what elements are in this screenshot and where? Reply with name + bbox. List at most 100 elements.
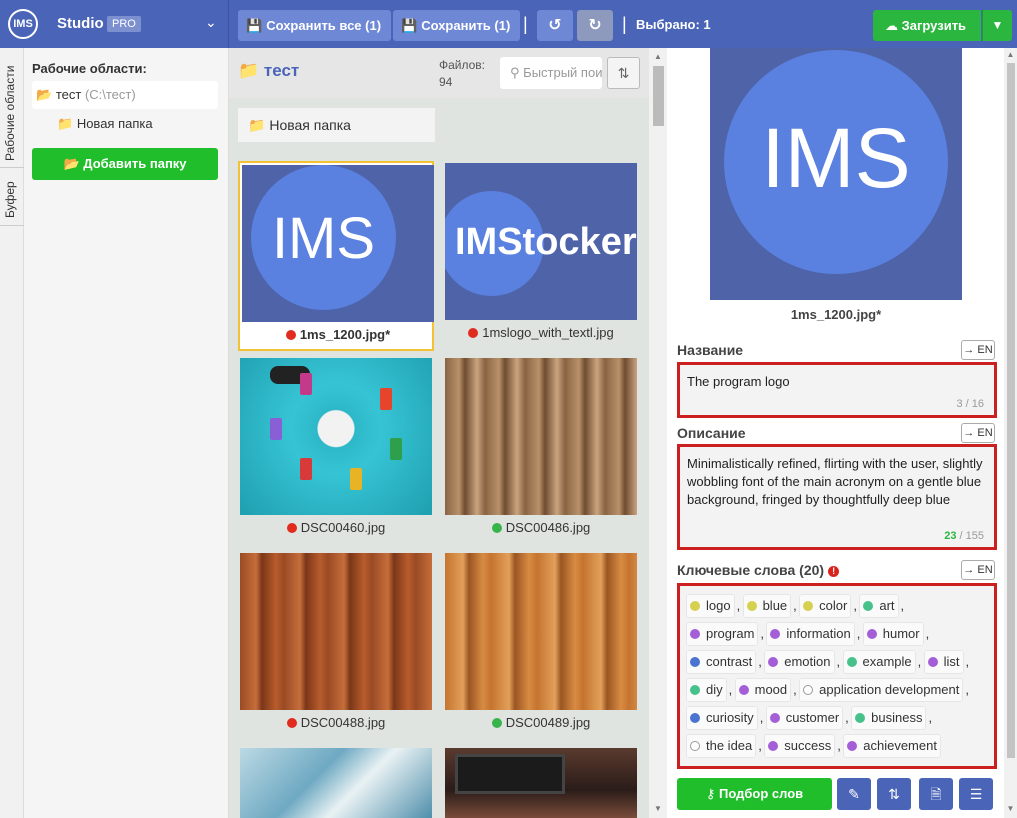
undo-button[interactable]: ↺	[537, 10, 573, 41]
search-placeholder: Быстрый поиск	[523, 65, 602, 80]
scroll-down-icon[interactable]: ▼	[1004, 804, 1017, 813]
status-dot-red	[286, 523, 297, 533]
keyword-chip[interactable]: example	[842, 650, 916, 674]
keyword-separator: ,	[758, 654, 762, 669]
upload-button[interactable]: ☁ Загрузить	[873, 10, 981, 41]
menu-button[interactable]: ☰	[959, 778, 993, 810]
quick-search-input[interactable]: ⚲ Быстрый поиск	[500, 57, 602, 89]
chevron-down-icon[interactable]: ⌄	[205, 14, 217, 31]
keyword-chip[interactable]: art	[859, 594, 899, 618]
keyword-chip[interactable]: curiosity	[686, 706, 758, 730]
scrollbar-thumb[interactable]	[653, 66, 664, 126]
keyword-color-dot	[866, 629, 877, 639]
folder-icon: 📁	[248, 117, 266, 133]
sort-keywords-button[interactable]: ⇅	[877, 778, 911, 810]
thumb-image	[240, 748, 432, 818]
translate-description-button[interactable]: → EN	[961, 423, 995, 443]
folder-open-icon: 📂	[63, 156, 80, 171]
keywords-field[interactable]: logo, blue, color, art, program, information,…	[677, 583, 997, 769]
keyword-chip[interactable]: achievement	[843, 734, 941, 758]
keyword-chip[interactable]: humor	[862, 622, 924, 646]
file-caption: DSC00460.jpg	[238, 520, 434, 535]
keyword-text: customer	[785, 710, 840, 725]
file-thumb[interactable]: DSC00460.jpg	[238, 356, 434, 546]
add-folder-label: Добавить папку	[83, 156, 187, 171]
chevron-down-icon: ▼	[991, 18, 1004, 32]
keyword-chip[interactable]: list	[923, 650, 964, 674]
upload-dropdown-button[interactable]: ▼	[982, 10, 1012, 41]
scroll-down-icon[interactable]: ▼	[649, 804, 667, 813]
workspace-item[interactable]: 📂 тест (C:\тест)	[32, 81, 218, 109]
save-all-button[interactable]: 💾 Сохранить все (1)	[238, 10, 392, 41]
keyword-chip[interactable]: application development	[799, 678, 964, 702]
description-input[interactable]: Minimalistically refined, flirting with …	[680, 447, 994, 517]
keyword-color-dot	[846, 657, 857, 667]
file-thumb[interactable]: DSC00489.jpg	[443, 551, 639, 741]
spool-shape	[350, 468, 362, 490]
scroll-up-icon[interactable]: ▲	[1004, 50, 1017, 59]
keywords-label-text: Ключевые слова (20)	[677, 562, 825, 578]
edit-button[interactable]: ✎	[837, 778, 871, 810]
toolbar-divider: |	[523, 14, 528, 34]
thumb-image	[445, 748, 637, 818]
cloud-upload-icon: ☁	[885, 18, 898, 33]
redo-button[interactable]: ↻	[577, 10, 613, 41]
keyword-chip[interactable]: emotion	[764, 650, 835, 674]
file-browser-scrollbar[interactable]: ▲ ▼	[649, 48, 667, 818]
title-input[interactable]: The program logo	[680, 365, 994, 399]
pick-words-button[interactable]: ⚷ Подбор слов	[677, 778, 832, 810]
spool-shape	[270, 418, 282, 440]
keyword-chip[interactable]: information	[766, 622, 855, 646]
tab-workspaces-label: Рабочие области	[3, 65, 17, 161]
workspace-subfolder[interactable]: 📁 Новая папка	[57, 116, 153, 132]
thumb-image	[240, 358, 432, 515]
file-thumb[interactable]: IMStocker 1mslogo_with_textl.jpg	[443, 161, 639, 351]
keyword-chip[interactable]: color	[799, 594, 852, 618]
file-thumb[interactable]: DSC00486.jpg	[443, 356, 639, 546]
keyword-chip[interactable]: mood	[734, 678, 792, 702]
file-caption: 1ms_1200.jpg*	[240, 327, 436, 342]
word-export-button[interactable]: 🗎	[919, 778, 953, 810]
keyword-chip[interactable]: blue	[742, 594, 792, 618]
scrollbar-thumb[interactable]	[1007, 63, 1015, 758]
translate-title-button[interactable]: → EN	[961, 340, 995, 360]
keyword-list: logo, blue, color, art, program, information,…	[680, 586, 994, 762]
file-thumb[interactable]	[238, 746, 434, 818]
description-field[interactable]: Minimalistically refined, flirting with …	[677, 444, 997, 550]
tab-workspaces[interactable]: Рабочие области	[0, 48, 24, 168]
workspace-item-path: (C:\тест)	[84, 87, 136, 102]
keyword-chip[interactable]: success	[764, 734, 836, 758]
scroll-up-icon[interactable]: ▲	[649, 52, 667, 61]
keyword-color-dot	[690, 685, 700, 695]
file-count-value: 94	[439, 75, 453, 89]
tab-buffer[interactable]: Буфер	[0, 168, 24, 226]
folder-tile[interactable]: 📁 Новая папка	[238, 108, 435, 142]
keyword-chip[interactable]: customer	[765, 706, 844, 730]
file-thumb[interactable]: DSC00488.jpg	[238, 551, 434, 741]
keyword-chip[interactable]: logo	[686, 594, 735, 618]
brand-menu[interactable]: IMS Studio PRO ⌄	[0, 0, 229, 48]
keyword-color-dot	[769, 713, 780, 723]
add-folder-button[interactable]: 📂 Добавить папку	[32, 148, 218, 180]
folder-open-icon: 📂	[36, 87, 53, 102]
undo-icon: ↺	[548, 17, 562, 34]
sort-button[interactable]: ⇅	[607, 57, 640, 89]
preview-logo-text: IMS	[761, 111, 911, 205]
translate-keywords-button[interactable]: → EN	[961, 560, 995, 580]
title-field[interactable]: The program logo 3 / 16	[677, 362, 997, 418]
keyword-chip[interactable]: diy	[686, 678, 727, 702]
keyword-text: success	[784, 738, 832, 753]
file-thumb-selected[interactable]: IMS 1ms_1200.jpg*	[238, 161, 434, 351]
keyword-color-dot	[768, 657, 779, 667]
keyword-chip[interactable]: business	[851, 706, 927, 730]
keyword-chip[interactable]: the idea	[686, 734, 757, 758]
keyword-chip[interactable]: contrast	[686, 650, 757, 674]
save-button[interactable]: 💾 Сохранить (1)	[393, 10, 521, 41]
status-dot-red	[468, 328, 479, 338]
file-thumb[interactable]	[443, 746, 639, 818]
details-scrollbar[interactable]: ▲ ▼	[1004, 48, 1017, 818]
keyword-chip[interactable]: program	[686, 622, 759, 646]
keyword-text: logo	[706, 598, 731, 613]
file-caption: 1mslogo_with_textl.jpg	[443, 325, 639, 340]
keyword-color-dot	[690, 657, 700, 667]
